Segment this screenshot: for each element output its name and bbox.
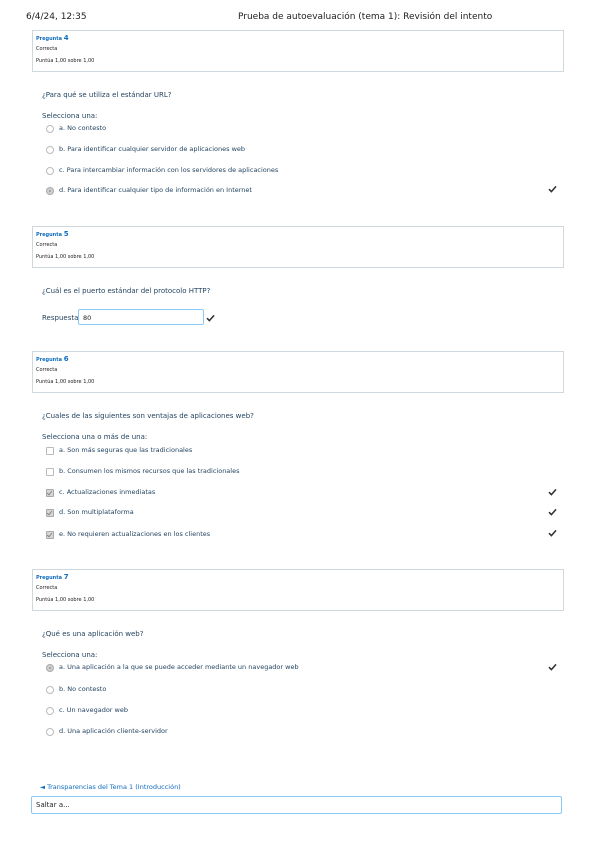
checkbox-checked[interactable]	[46, 531, 54, 539]
question-number: 6	[63, 355, 69, 363]
print-date: 6/4/24, 12:35	[26, 12, 87, 22]
checkbox-checked[interactable]	[46, 509, 54, 517]
question-text-7: ¿Qué es una aplicación web?	[42, 630, 144, 638]
question-state: Correcta	[36, 242, 58, 248]
question-number: 5	[63, 230, 69, 238]
check-icon	[548, 529, 557, 537]
radio-button-selected[interactable]	[46, 664, 54, 672]
option-label: d. Son multiplataforma	[59, 508, 134, 516]
answer-option[interactable]: b. Consumen los mismos recursos que las …	[46, 467, 566, 477]
answer-option[interactable]: b. Para identificar cualquier servidor d…	[46, 145, 566, 155]
answer-option[interactable]: a. Una aplicación a la que se puede acce…	[46, 663, 566, 673]
answer-option[interactable]: b. No contesto	[46, 685, 566, 695]
question-state: Correcta	[36, 46, 58, 52]
radio-button[interactable]	[46, 728, 54, 736]
answer-option[interactable]: c. Para intercambiar información con los…	[46, 166, 566, 176]
radio-button-selected[interactable]	[46, 187, 54, 195]
answer-option[interactable]: d. Son multiplataforma	[46, 508, 566, 518]
option-label: a. No contesto	[59, 124, 107, 132]
radio-button[interactable]	[46, 167, 54, 175]
question-prompt-7: Selecciona una:	[42, 651, 98, 659]
question-grade: Puntúa 1,00 sobre 1,00	[36, 254, 95, 260]
jump-to-placeholder: Saltar a...	[36, 801, 70, 809]
question-state: Correcta	[36, 367, 58, 373]
question-grade: Puntúa 1,00 sobre 1,00	[36, 597, 95, 603]
option-label: c. Un navegador web	[59, 706, 128, 714]
question-text-5: ¿Cuál es el puerto estándar del protocol…	[42, 287, 211, 295]
question-label: Pregunta	[36, 232, 62, 238]
question-text-6: ¿Cuales de las siguientes son ventajas d…	[42, 412, 254, 420]
answer-option[interactable]: d. Una aplicación cliente-servidor	[46, 727, 566, 737]
option-label: b. Consumen los mismos recursos que las …	[59, 467, 240, 475]
answer-option[interactable]: d. Para identificar cualquier tipo de in…	[46, 186, 566, 196]
option-label: b. No contesto	[59, 685, 107, 693]
check-icon	[548, 508, 557, 516]
question-label: Pregunta	[36, 575, 62, 581]
answer-option[interactable]: a. No contesto	[46, 124, 566, 134]
option-label: d. Una aplicación cliente-servidor	[59, 727, 168, 735]
radio-button[interactable]	[46, 125, 54, 133]
page-title: Prueba de autoevaluación (tema 1): Revis…	[238, 12, 493, 22]
check-icon	[548, 663, 557, 671]
answer-input[interactable]: 80	[78, 309, 204, 325]
check-icon	[548, 185, 557, 193]
checkbox-checked[interactable]	[46, 489, 54, 497]
radio-button[interactable]	[46, 707, 54, 715]
question-number: 4	[63, 34, 69, 42]
option-label: e. No requieren actualizaciones en los c…	[59, 530, 211, 538]
answer-option[interactable]: c. Actualizaciones inmediatas	[46, 488, 566, 498]
question-state: Correcta	[36, 585, 58, 591]
checkbox[interactable]	[46, 447, 54, 455]
print-header: 6/4/24, 12:35 Prueba de autoevaluación (…	[0, 0, 599, 28]
check-icon	[206, 314, 215, 322]
option-label: c. Actualizaciones inmediatas	[59, 488, 156, 496]
option-label: c. Para intercambiar información con los…	[59, 166, 279, 174]
question-grade: Puntúa 1,00 sobre 1,00	[36, 58, 95, 64]
radio-button[interactable]	[46, 146, 54, 154]
question-text-4: ¿Para qué se utiliza el estándar URL?	[42, 91, 172, 99]
question-info-5: Pregunta 5 Correcta Puntúa 1,00 sobre 1,…	[32, 226, 564, 268]
answer-option[interactable]: e. No requieren actualizaciones en los c…	[46, 530, 566, 540]
question-label: Pregunta	[36, 357, 62, 363]
question-info-4: Pregunta 4 Correcta Puntúa 1,00 sobre 1,…	[32, 30, 564, 72]
question-grade: Puntúa 1,00 sobre 1,00	[36, 379, 95, 385]
previous-activity-link[interactable]: ◄ Transparencias del Tema 1 (Introducció…	[40, 783, 181, 791]
option-label: a. Son más seguras que las tradicionales	[59, 446, 193, 454]
radio-button[interactable]	[46, 686, 54, 694]
question-label: Pregunta	[36, 36, 62, 42]
answer-option[interactable]: c. Un navegador web	[46, 706, 566, 716]
option-label: a. Una aplicación a la que se puede acce…	[59, 663, 299, 671]
jump-to-select[interactable]: Saltar a...	[31, 796, 562, 814]
question-prompt-4: Selecciona una:	[42, 112, 98, 120]
answer-label: Respuesta:	[42, 314, 81, 322]
question-prompt-6: Selecciona una o más de una:	[42, 433, 148, 441]
checkbox[interactable]	[46, 468, 54, 476]
question-info-7: Pregunta 7 Correcta Puntúa 1,00 sobre 1,…	[32, 569, 564, 611]
option-label: d. Para identificar cualquier tipo de in…	[59, 186, 252, 194]
option-label: b. Para identificar cualquier servidor d…	[59, 145, 246, 153]
question-number: 7	[63, 573, 69, 581]
answer-option[interactable]: a. Son más seguras que las tradicionales	[46, 446, 566, 456]
question-info-6: Pregunta 6 Correcta Puntúa 1,00 sobre 1,…	[32, 351, 564, 393]
check-icon	[548, 488, 557, 496]
